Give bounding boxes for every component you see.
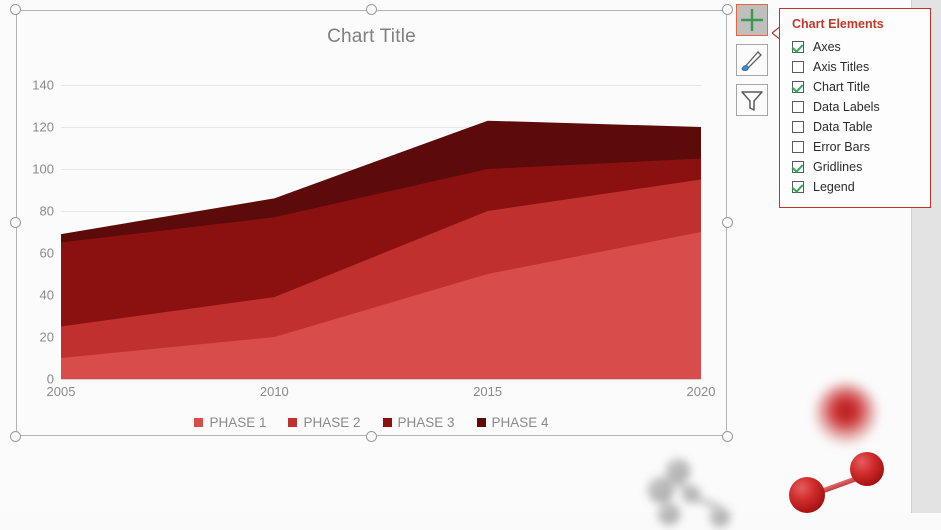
y-axis-tick-label: 120 [32,119,54,135]
chart-element-row-axes[interactable]: Axes [780,37,930,57]
x-axis[interactable]: 2005 2010 2015 2020 [47,384,716,404]
checkbox-icon[interactable] [792,41,804,53]
chart-element-label: Data Table [813,120,873,134]
chart-filters-button[interactable] [736,84,768,116]
legend-label: PHASE 3 [397,415,455,430]
legend-label: PHASE 4 [491,415,549,430]
legend-swatch [194,418,204,427]
y-axis-tick-label: 40 [39,287,54,303]
chart-elements-list: Axes Axis Titles Chart Title Data Labels Dat… [780,37,930,197]
chart-element-row-axis-titles[interactable]: Axis Titles [780,57,930,77]
legend-swatch [288,418,298,427]
y-axis-tick-label: 60 [39,245,54,261]
chart-styles-button[interactable] [736,44,768,76]
panel-title: Chart Elements [792,17,884,31]
x-axis-tick-label: 2010 [259,384,289,399]
legend-item[interactable]: PHASE 2 [288,415,361,430]
checkbox-icon[interactable] [792,161,804,173]
chart-element-label: Chart Title [813,80,870,94]
y-axis-tick-label: 80 [39,203,54,219]
legend-swatch [382,418,392,427]
y-axis-tick-label: 100 [32,161,54,177]
legend-swatch [476,418,486,427]
resize-handle-top-right[interactable] [722,4,733,15]
legend-item[interactable]: PHASE 1 [194,415,266,430]
chart-title[interactable]: Chart Title [16,26,727,48]
chart-legend[interactable]: PHASE 1 PHASE 2 PHASE 3 PHASE 4 [16,415,727,430]
x-axis-tick-label: 2020 [686,384,716,399]
resize-handle-top-center[interactable] [365,4,377,15]
chart-element-row-data-labels[interactable]: Data Labels [780,97,930,117]
chart-element-label: Error Bars [813,140,870,154]
chart-element-label: Gridlines [813,160,863,174]
resize-handle-bottom-right[interactable] [722,431,733,442]
chart-element-row-chart-title[interactable]: Chart Title [780,77,930,97]
y-axis[interactable]: 0 20 40 60 80 100 120 140 [16,64,54,387]
chart-element-row-data-table[interactable]: Data Table [780,117,930,137]
gray-molecule-decoration [648,455,758,530]
x-axis-tick-label: 2005 [46,384,76,399]
chart-object[interactable]: Chart Title 0 20 40 60 80 100 120 140 2005 2010 2… [10,4,733,442]
resize-handle-middle-right[interactable] [722,217,733,228]
funnel-icon [737,91,767,119]
chart-element-row-gridlines[interactable]: Gridlines [780,157,930,177]
checkbox-icon[interactable] [792,101,804,113]
resize-handle-bottom-left[interactable] [10,431,21,442]
chart-element-label: Axis Titles [813,60,870,74]
plus-icon [737,9,767,39]
resize-handle-bottom-center[interactable] [365,431,377,442]
checkbox-icon[interactable] [792,181,804,193]
checkbox-icon[interactable] [792,81,804,93]
chart-element-label: Axes [813,40,841,54]
chart-element-label: Data Labels [813,100,880,114]
legend-label: PHASE 1 [209,415,267,430]
chart-elements-panel[interactable]: Chart Elements Axes Axis Titles Chart Titl… [779,8,931,208]
chart-quick-buttons [736,4,770,124]
legend-item[interactable]: PHASE 3 [382,415,455,430]
legend-label: PHASE 2 [303,415,361,430]
chart-element-label: Legend [813,180,855,194]
resize-handle-top-left[interactable] [10,4,21,15]
chart-element-row-legend[interactable]: Legend [780,177,930,197]
red-glow-decoration [815,383,877,445]
chart-element-row-error-bars[interactable]: Error Bars [780,137,930,157]
chart-elements-button[interactable] [736,4,768,36]
red-molecule-decoration [783,449,893,513]
slide-canvas: Chart Title 0 20 40 60 80 100 120 140 2005 2010 2… [0,0,941,527]
x-axis-line [61,379,701,380]
checkbox-icon[interactable] [792,61,804,73]
paintbrush-icon [737,51,767,79]
stacked-area-series[interactable] [61,64,701,379]
x-axis-tick-label: 2015 [473,384,503,399]
y-axis-tick-label: 20 [39,329,54,345]
checkbox-icon[interactable] [792,121,804,133]
y-axis-tick-label: 140 [32,77,54,93]
legend-item[interactable]: PHASE 4 [476,415,549,430]
checkbox-icon[interactable] [792,141,804,153]
